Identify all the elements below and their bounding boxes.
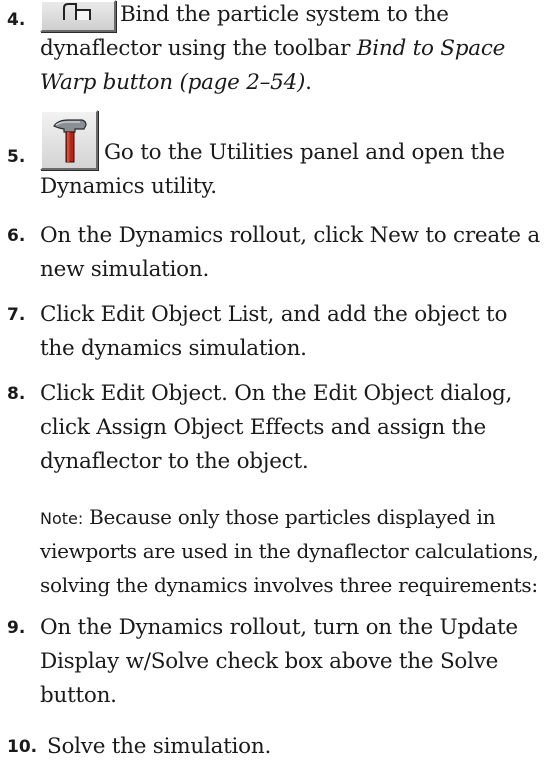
step-text: On the Dynamics rollout, click New to cr… [40, 223, 540, 282]
step-text: Solve the simulation. [47, 734, 272, 759]
bind-space-warp-icon[interactable] [40, 0, 116, 32]
step-number: 7. [7, 305, 26, 325]
step-number: 6. [7, 226, 26, 246]
step-5-text: Go to the Utilities panel and open the D… [40, 140, 505, 199]
step-text: Click Edit Object. On the Edit Object di… [40, 381, 513, 474]
step-text: Click Edit Object List, and add the obje… [40, 302, 508, 361]
step-number: 9. [7, 618, 26, 638]
note-text: Because only those particles displayed i… [40, 505, 539, 597]
step-text: Bind the particle system to the dynaflec… [40, 0, 543, 100]
step-text: Go to the Utilities panel and open the D… [40, 110, 543, 204]
note: Note: Because only those particles displ… [40, 501, 539, 603]
step-number: 10. [7, 737, 38, 757]
step-number: 5. [7, 147, 26, 167]
step-number: 8. [7, 384, 26, 404]
step-4-text-b: . [305, 70, 312, 95]
note-label: Note: [40, 509, 84, 528]
hammer-icon[interactable] [40, 110, 98, 170]
step-text: On the Dynamics rollout, turn on the Upd… [40, 615, 518, 708]
step-number: 4. [7, 10, 26, 30]
